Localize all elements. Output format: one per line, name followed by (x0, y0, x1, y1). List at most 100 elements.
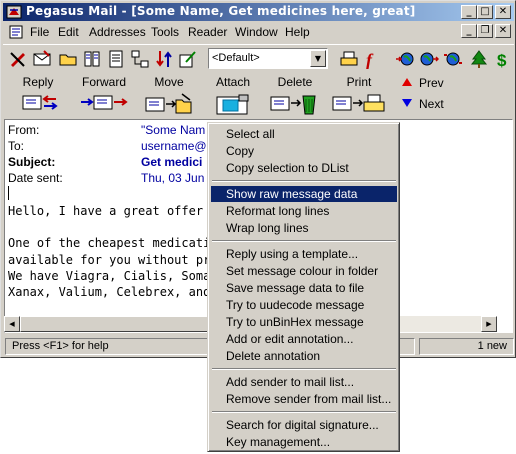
menu-item-remove-sender[interactable]: Remove sender from mail list... (211, 391, 397, 407)
get-mail-globe-icon[interactable] (395, 49, 415, 69)
attach-label: Attach (215, 75, 251, 89)
attach-button[interactable]: Attach (209, 75, 257, 115)
message-toolbar: Reply Forward Move Attach Delete Print P… (3, 73, 514, 117)
print-label: Print (346, 75, 372, 89)
menu-item-reformat-long-lines[interactable]: Reformat long lines (211, 203, 397, 219)
move-label: Move (154, 75, 184, 89)
menu-window[interactable]: Window (235, 25, 278, 39)
dollar-icon[interactable]: $ (493, 49, 513, 69)
menu-item-wrap-long-lines[interactable]: Wrap long lines (211, 220, 397, 236)
menu-separator (212, 368, 396, 370)
menu-item-unbinhex[interactable]: Try to unBinHex message (211, 314, 397, 330)
menu-item-copy-to-dlist[interactable]: Copy selection to DList (211, 160, 397, 176)
menu-separator (212, 180, 396, 182)
menu-item-search-signature[interactable]: Search for digital signature... (211, 417, 397, 433)
menu-separator (212, 240, 396, 242)
minimize-button[interactable]: _ (461, 5, 477, 19)
menu-item-key-management[interactable]: Key management... (211, 434, 397, 450)
header-from-label: From: (8, 123, 40, 137)
scroll-right-icon[interactable]: ▶ (481, 316, 497, 332)
forward-icon (81, 95, 128, 110)
move-icon (145, 93, 192, 114)
identity-combo-value: <Default> (212, 52, 260, 64)
menu-edit[interactable]: Edit (58, 25, 79, 39)
menu-item-copy[interactable]: Copy (211, 143, 397, 159)
menu-tools[interactable]: Tools (151, 25, 179, 39)
send-mail-globe-icon[interactable] (419, 49, 439, 69)
header-date-label: Date sent: (8, 171, 63, 185)
menu-addresses[interactable]: Addresses (89, 25, 146, 39)
header-to-label: To: (8, 139, 25, 153)
menu-help[interactable]: Help (285, 25, 310, 39)
menu-file[interactable]: File (30, 25, 49, 39)
maximize-button[interactable]: □ (477, 5, 493, 19)
address-book-icon[interactable] (82, 49, 102, 69)
prev-arrow-icon (402, 78, 412, 86)
delete-label: Delete (277, 75, 313, 89)
menu-item-set-colour[interactable]: Set message colour in folder (211, 263, 397, 279)
next-arrow-icon (402, 99, 412, 107)
mdi-close-button[interactable]: ✕ (495, 24, 511, 38)
menu-item-add-sender[interactable]: Add sender to mail list... (211, 374, 397, 390)
window-title: Pegasus Mail - [Some Name, Get medicines… (26, 4, 416, 18)
sort-icon[interactable] (154, 49, 174, 69)
delete-button[interactable]: Delete (269, 75, 321, 115)
move-button[interactable]: Move (143, 75, 195, 115)
print-button[interactable]: Print (331, 75, 387, 115)
reply-icon (22, 95, 58, 110)
open-folder-icon[interactable] (58, 49, 78, 69)
svg-text:$: $ (497, 51, 507, 69)
menu-item-add-annotation[interactable]: Add or edit annotation... (211, 331, 397, 347)
scroll-left-icon[interactable]: ◀ (4, 316, 20, 332)
header-subject-value: Get medici (141, 155, 203, 169)
context-menu: Select all Copy Copy selection to DList … (207, 122, 400, 452)
next-button[interactable]: Next (401, 97, 444, 111)
header-date-value: Thu, 03 Jun (141, 171, 205, 185)
menu-item-uudecode[interactable]: Try to uudecode message (211, 297, 397, 313)
header-from-value[interactable]: "Some Nam (141, 123, 205, 137)
mdi-restore-button[interactable]: ❐ (477, 24, 493, 38)
pegasus-app-icon[interactable] (6, 4, 22, 20)
print-icon (332, 94, 385, 112)
scroll-thumb[interactable] (20, 316, 210, 332)
menu-item-select-all[interactable]: Select all (211, 126, 397, 142)
reply-button[interactable]: Reply (13, 75, 63, 115)
identity-combo[interactable]: <Default> ▼ (208, 48, 328, 69)
document-icon[interactable] (9, 25, 23, 39)
main-toolbar: <Default> ▼ f $ (3, 44, 514, 72)
menu-item-show-raw-data[interactable]: Show raw message data (211, 186, 397, 202)
menu-item-save-to-file[interactable]: Save message data to file (211, 280, 397, 296)
forward-label: Forward (81, 75, 126, 89)
close-button[interactable]: ✕ (495, 5, 511, 19)
header-subject-label: Subject: (8, 155, 56, 169)
header-to-value[interactable]: username@ (141, 139, 207, 153)
menu-item-reply-template[interactable]: Reply using a template... (211, 246, 397, 262)
read-mail-icon[interactable] (32, 49, 52, 69)
menu-separator (212, 411, 396, 413)
tree-icon[interactable] (469, 49, 489, 69)
forward-button[interactable]: Forward (75, 75, 133, 115)
prev-label: Prev (419, 76, 444, 90)
hierarchy-icon[interactable] (130, 49, 150, 69)
attach-icon (216, 94, 249, 115)
filter-icon[interactable]: f (361, 49, 381, 69)
notepad-icon[interactable] (106, 49, 126, 69)
text-cursor (8, 186, 9, 200)
status-new-count: 1 new (419, 338, 514, 355)
printer-icon[interactable] (339, 49, 359, 69)
title-bar[interactable]: Pegasus Mail - [Some Name, Get medicines… (3, 3, 514, 21)
network-globe-icon[interactable] (443, 49, 463, 69)
menu-item-delete-annotation[interactable]: Delete annotation (211, 348, 397, 364)
delete-icon (270, 95, 316, 115)
menu-reader[interactable]: Reader (188, 25, 227, 39)
body-line: We have Viagra, Cialis, Soma, Me (8, 269, 240, 283)
new-message-icon[interactable] (8, 49, 28, 69)
next-label: Next (419, 97, 444, 111)
combo-dropdown-icon[interactable]: ▼ (310, 50, 326, 67)
menu-bar: File Edit Addresses Tools Reader Window … (3, 22, 514, 42)
compose-icon[interactable] (178, 49, 198, 69)
reply-label: Reply (22, 75, 54, 89)
mdi-minimize-button[interactable]: _ (461, 24, 477, 38)
prev-button[interactable]: Prev (401, 76, 444, 90)
svg-text:f: f (366, 50, 374, 69)
